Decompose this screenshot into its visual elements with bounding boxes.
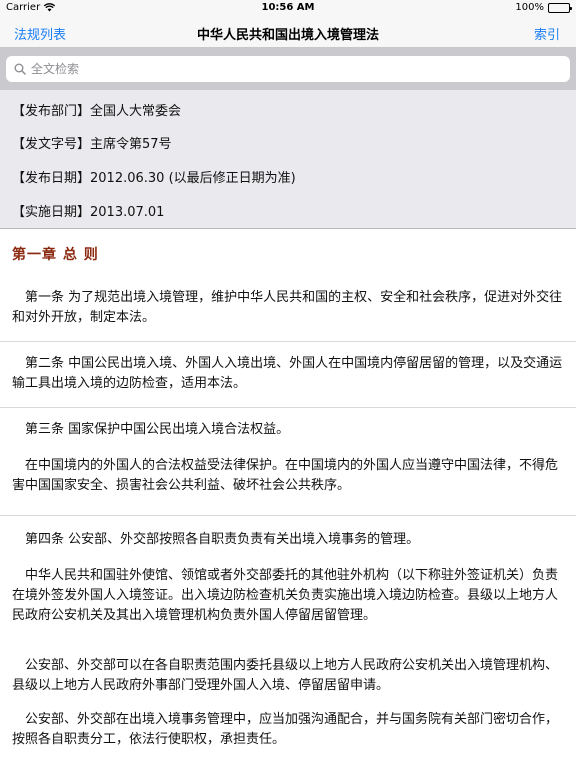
meta-issuer: 【发布部门】全国人大常委会 (12, 100, 181, 119)
article-item[interactable]: 第三条 国家保护中国公民出境入境合法权益。 在中国境内的外国人的合法权益受法律保… (0, 408, 576, 516)
meta-value: 主席令第57号 (90, 137, 172, 152)
article-paragraph: 中华人民共和国驻外使馆、领馆或者外交部委托的其他驻外机构（以下称驻外签证机关）负… (12, 568, 559, 623)
chapter-title: 第一章 总 则 (12, 247, 99, 263)
index-button[interactable]: 索引 (534, 24, 560, 43)
article-paragraph: 第一条 为了规范出境入境管理，维护中华人民共和国的主权、安全和社会秩序，促进对外… (12, 290, 563, 325)
status-bar: Carrier 10:56 AM 100% (0, 0, 576, 16)
article-item[interactable]: 第一条 为了规范出境入境管理，维护中华人民共和国的主权、安全和社会秩序，促进对外… (0, 276, 576, 342)
article-paragraph: 在中国境内的外国人的合法权益受法律保护。在中国境内的外国人应当遵守中国法律，不得… (12, 458, 559, 493)
page-title: 中华人民共和国出境入境管理法 (196, 28, 379, 43)
article-paragraph: 公安部、外交部在出境入境事务管理中，应当加强沟通配合，并与国务院有关部门密切合作… (12, 712, 559, 747)
search-icon (14, 63, 26, 75)
article-paragraph: 第四条 公安部、外交部按照各自职责负责有关出境入境事务的管理。 (25, 532, 420, 547)
meta-publish-date: 【发布日期】2012.06.30 (以最后修正日期为准) (12, 167, 296, 186)
battery-icon (548, 2, 572, 13)
document-meta-panel: 【发布部门】全国人大常委会 【发文字号】主席令第57号 【发布日期】2012.0… (0, 90, 576, 229)
battery-info: 100% (515, 2, 572, 13)
meta-label: 【发布部门】 (12, 104, 91, 119)
search-input[interactable] (31, 62, 551, 76)
meta-value: 全国人大常委会 (90, 104, 182, 119)
nav-bar: 法规列表 中华人民共和国出境入境管理法 索引 (0, 16, 576, 48)
battery-percent: 100% (515, 2, 544, 13)
search-box[interactable] (6, 56, 570, 82)
status-time: 10:56 AM (261, 2, 315, 13)
article-paragraph: 第二条 中国公民出境入境、外国人入境出境、外国人在中国境内停留居留的管理，以及交… (12, 356, 563, 391)
meta-value: 2012.06.30 (以最后修正日期为准) (90, 171, 296, 186)
meta-label: 【发文字号】 (12, 137, 91, 152)
meta-value: 2013.07.01 (90, 205, 165, 220)
article-item[interactable]: 第四条 公安部、外交部按照各自职责负责有关出境入境事务的管理。 中华人民共和国驻… (0, 516, 576, 768)
meta-label: 【实施日期】 (12, 205, 91, 220)
search-bar (0, 48, 576, 90)
meta-label: 【发布日期】 (12, 171, 91, 186)
meta-effective-date: 【实施日期】2013.07.01 (12, 201, 164, 220)
article-item[interactable]: 第二条 中国公民出境入境、外国人入境出境、外国人在中国境内停留居留的管理，以及交… (0, 342, 576, 408)
article-paragraph: 公安部、外交部可以在各自职责范围内委托县级以上地方人民政府公安机关出入境管理机构… (12, 658, 559, 693)
article-paragraph: 第三条 国家保护中国公民出境入境合法权益。 (25, 422, 290, 437)
meta-doc-number: 【发文字号】主席令第57号 (12, 133, 172, 152)
